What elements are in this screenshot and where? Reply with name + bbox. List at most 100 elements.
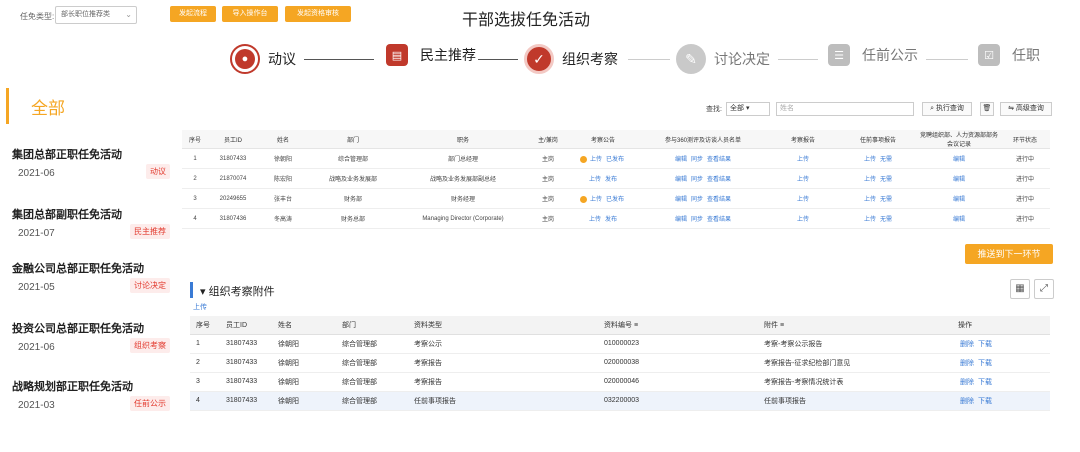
attachments-title[interactable]: ▾ 组织考察附件 [200,283,275,299]
table-row[interactable]: 2 21870074 陈宏阳 战略及业务发展部 战略及业务发展部副总经 主岗 上… [182,168,1050,189]
ballot-icon: ▤ [386,44,408,66]
upload-link[interactable]: 上传 [864,197,876,203]
upload-link[interactable]: 上传 [864,217,876,223]
import-console-button[interactable]: 导入操作台 [222,6,278,22]
sync-link[interactable]: 同步 [691,197,703,203]
not-needed-link[interactable]: 无需 [880,197,892,203]
activity-sidebar: 全部 集团总部正职任免活动 2021-06 动议 集团总部副职任免活动 2021… [0,88,178,428]
download-link[interactable]: 下载 [978,398,992,405]
upload-link[interactable]: 上传 [590,157,602,163]
upload-link[interactable]: 上传 [590,197,602,203]
delete-link[interactable]: 删除 [960,379,974,386]
delete-link[interactable]: 删除 [960,398,974,405]
table-row[interactable]: 4 31807436 冬高涛 财务总部 Managing Director (C… [182,208,1050,229]
step-discussion-decision[interactable]: ✎ 讨论决定 [676,44,770,74]
not-needed-link[interactable]: 无需 [880,217,892,223]
view-result-link[interactable]: 查看结果 [707,217,731,223]
table-row[interactable]: 2 31807433 徐朝阳 综合管理部 考察报告 020000038 考察报告… [190,353,1050,373]
fullscreen-icon[interactable]: ⤢ [1034,279,1054,299]
step-democratic-recommend[interactable]: ▤ 民主推荐 [382,44,476,66]
checkbox-icon: ☑ [978,44,1000,66]
cell-code: 032200003 [598,391,758,411]
step-connector [478,59,518,60]
col-header[interactable]: 资料编号 ≡ [598,316,758,335]
step-organization-inspection[interactable]: ✓ 组织考察 [524,44,618,74]
cell-dept: 综合管理部 [336,353,408,373]
upload-link[interactable]: 上传 [589,177,601,183]
appointment-type-select[interactable]: 部长职位推荐类 ⌄ [55,6,137,24]
publish-link[interactable]: 发布 [605,217,617,223]
activity-date: 2021-07 [18,228,55,239]
upload-link[interactable]: 上传 [797,157,809,163]
sync-link[interactable]: 同步 [691,177,703,183]
cell-post: 主岗 [528,168,568,189]
upload-link[interactable]: 上传 [589,217,601,223]
activity-item[interactable]: 集团总部正职任免活动 2021-06 动议 [0,146,178,202]
not-needed-link[interactable]: 无需 [880,157,892,163]
cell-name: 徐朝阳 [272,353,336,373]
step-appointment[interactable]: ☑ 任职 [974,44,1040,66]
table-row[interactable]: 1 31807433 徐朝阳 综合管理部 部门总经理 主岗 上传 已发布 编辑 同步… [182,148,1050,169]
activity-item[interactable]: 集团总部副职任免活动 2021-07 民主推荐 [0,206,178,262]
activity-title: 金融公司总部正职任免活动 [12,263,144,275]
publish-link[interactable]: 已发布 [606,157,624,163]
upload-attachment-link[interactable]: 上传 [193,302,207,312]
cell-type: 任前事项报告 [408,391,598,411]
download-link[interactable]: 下载 [978,360,992,367]
search-input[interactable]: 姓名 [776,102,914,116]
table-row[interactable]: 3 20249655 张丰台 财务部 财务经理 主岗 上传 已发布 编辑 同步 查看结… [182,188,1050,209]
cell-no: 3 [182,188,208,209]
upload-link[interactable]: 上传 [797,177,809,183]
activity-item[interactable]: 投资公司总部正职任免活动 2021-06 组织考察 [0,320,178,376]
delete-link[interactable]: 删除 [960,360,974,367]
caret-down-icon: ▾ [200,286,206,298]
cell-title: 财务经理 [398,188,528,209]
search-scope-select[interactable]: 全部 ▾ [726,102,770,116]
not-needed-link[interactable]: 无需 [880,177,892,183]
cell-id: 21870074 [208,168,258,189]
qualification-review-button[interactable]: 发起资格审核 [285,6,351,22]
col-header[interactable]: 附件 ≡ [758,316,952,335]
cell-code: 010000023 [598,334,758,354]
delete-link[interactable]: 删除 [960,341,974,348]
sync-link[interactable]: 同步 [691,217,703,223]
upload-link[interactable]: 上传 [797,217,809,223]
upload-link[interactable]: 上传 [864,177,876,183]
trash-icon[interactable]: 🗑 [980,102,994,116]
view-result-link[interactable]: 查看结果 [707,157,731,163]
step-pre-appointment-notice[interactable]: ☰ 任前公示 [824,44,918,66]
edit-link[interactable]: 编辑 [675,177,687,183]
cell-id: 31807433 [220,372,272,392]
advanced-query-button[interactable]: ⇋ 高级查询 [1000,102,1052,116]
table-row[interactable]: 4 31807433 徐朝阳 综合管理部 任前事项报告 032200003 任前… [190,391,1050,411]
edit-link[interactable]: 编辑 [953,177,965,183]
publish-link[interactable]: 已发布 [606,197,624,203]
table-row[interactable]: 3 31807433 徐朝阳 综合管理部 考察报告 020000046 考察报告… [190,372,1050,392]
activity-item[interactable]: 战略规划部正职任免活动 2021-03 任前公示 [0,378,178,434]
cell-no: 1 [182,148,208,169]
grid-view-icon[interactable]: ▦ [1010,279,1030,299]
cell-name: 徐朝阳 [258,148,308,169]
download-link[interactable]: 下载 [978,341,992,348]
cell-dept: 综合管理部 [336,391,408,411]
edit-link[interactable]: 编辑 [675,217,687,223]
push-next-stage-button[interactable]: 推送到下一环节 [965,244,1053,264]
activity-item[interactable]: 金融公司总部正职任免活动 2021-05 讨论决定 [0,260,178,316]
upload-link[interactable]: 上传 [797,197,809,203]
table-row[interactable]: 1 31807433 徐朝阳 综合管理部 考察公示 010000023 考察-考… [190,334,1050,354]
edit-link[interactable]: 编辑 [675,197,687,203]
start-process-button[interactable]: 发起流程 [170,6,216,22]
sync-link[interactable]: 同步 [691,157,703,163]
edit-link[interactable]: 编辑 [953,197,965,203]
execute-query-button[interactable]: ⌕ 执行查询 [922,102,972,116]
view-result-link[interactable]: 查看结果 [707,197,731,203]
edit-link[interactable]: 编辑 [953,217,965,223]
all-activities-tab[interactable]: 全部 [6,88,171,124]
publish-link[interactable]: 发布 [605,177,617,183]
edit-link[interactable]: 编辑 [953,157,965,163]
upload-link[interactable]: 上传 [864,157,876,163]
edit-link[interactable]: 编辑 [675,157,687,163]
step-motion[interactable]: ● 动议 [230,44,296,74]
download-link[interactable]: 下载 [978,379,992,386]
view-result-link[interactable]: 查看结果 [707,177,731,183]
